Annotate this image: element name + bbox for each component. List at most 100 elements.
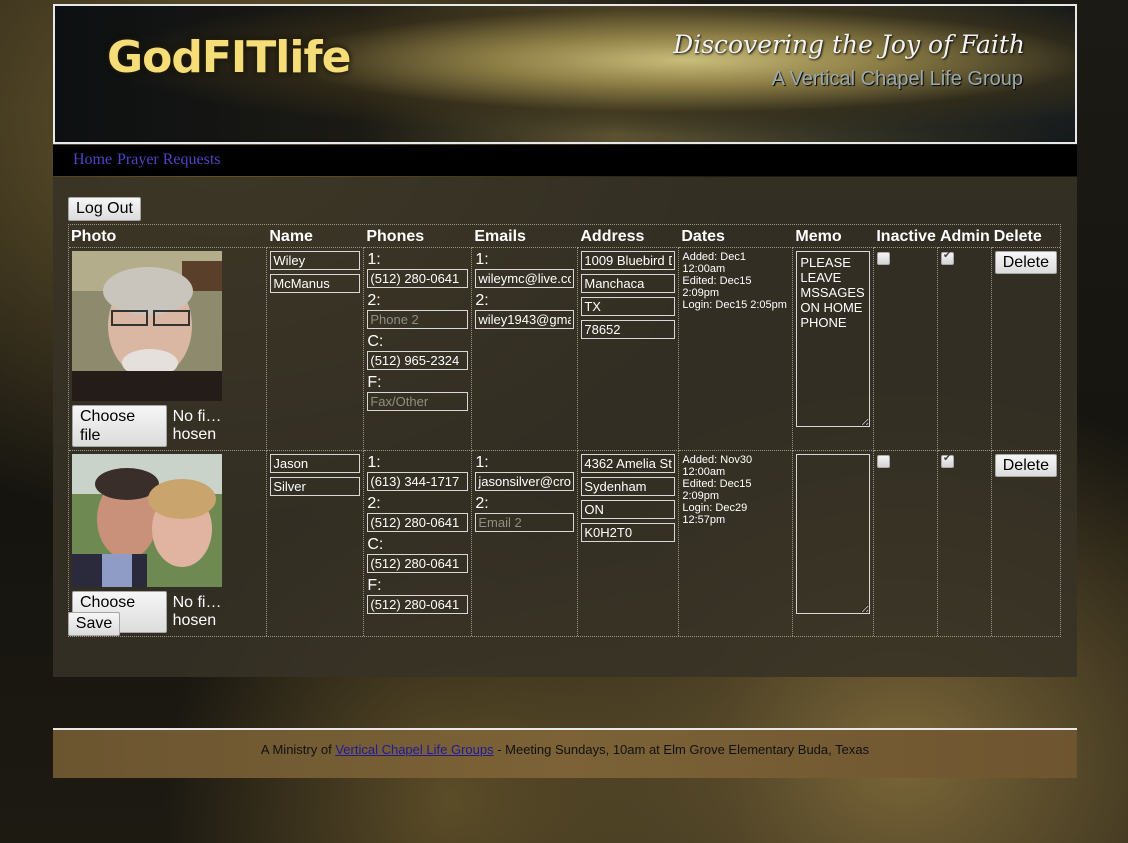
phone2-label: 2: bbox=[367, 495, 381, 512]
site-logo: GodFITlife bbox=[107, 32, 351, 83]
date-login: Login: Dec29 12:57pm bbox=[682, 502, 748, 526]
site-subtagline: A Vertical Chapel Life Group bbox=[771, 68, 1023, 90]
main-panel: Log Out Photo Name Phones Emails Address… bbox=[53, 177, 1077, 677]
cell-phone-input[interactable] bbox=[367, 554, 469, 573]
admin-checkbox[interactable] bbox=[940, 453, 954, 468]
delete-cell: Delete bbox=[992, 451, 1060, 636]
table-header-row: Photo Name Phones Emails Address Dates M… bbox=[69, 225, 1060, 248]
memo-textarea[interactable] bbox=[796, 454, 871, 614]
email1-input[interactable] bbox=[475, 269, 575, 288]
email2-input[interactable] bbox=[475, 513, 575, 532]
dates-cell: Added: Nov30 12:00am Edited: Dec15 2:09p… bbox=[679, 451, 794, 636]
choose-file-button[interactable]: Choose file bbox=[72, 405, 167, 447]
name-cell bbox=[267, 248, 365, 451]
email1-input[interactable] bbox=[475, 472, 575, 491]
emails-cell: 1: 2: bbox=[472, 248, 579, 451]
col-inactive: Inactive bbox=[874, 225, 938, 248]
member-photo bbox=[72, 454, 222, 587]
fax-input[interactable] bbox=[367, 595, 469, 614]
phones-cell: 1: 2: C: F: bbox=[364, 248, 473, 451]
col-name: Name bbox=[267, 225, 365, 248]
address-cell bbox=[578, 248, 680, 451]
fax-label: F: bbox=[367, 374, 382, 391]
email2-label: 2: bbox=[475, 495, 489, 512]
phones-cell: 1: 2: C: F: bbox=[364, 451, 473, 636]
col-emails: Emails bbox=[472, 225, 579, 248]
admin-cell bbox=[937, 248, 992, 451]
logout-button[interactable]: Log Out bbox=[68, 197, 141, 221]
inactive-checkbox[interactable] bbox=[877, 455, 891, 468]
cell-phone-input[interactable] bbox=[367, 351, 469, 370]
city-input[interactable] bbox=[581, 477, 676, 496]
file-status: No fi…hosen bbox=[172, 594, 222, 629]
photo-cell: Choose file No fi…hosen bbox=[69, 451, 268, 636]
nav-prayer-requests-link[interactable]: Prayer Requests bbox=[117, 151, 221, 169]
photo-cell: Choose file No fi…hosen bbox=[69, 248, 268, 451]
col-address: Address bbox=[578, 225, 680, 248]
zip-input[interactable] bbox=[581, 523, 676, 542]
footer-text: A Ministry of Vertical Chapel Life Group… bbox=[53, 742, 1077, 757]
fax-label: F: bbox=[367, 577, 382, 594]
file-status: No fi…hosen bbox=[172, 408, 222, 443]
footer-prefix: A Ministry of bbox=[260, 742, 336, 757]
nav-bar: Home Prayer Requests bbox=[53, 145, 1077, 176]
nav-home-link[interactable]: Home bbox=[73, 151, 112, 169]
date-edited: Edited: Dec15 2:09pm bbox=[682, 478, 752, 502]
col-memo: Memo bbox=[793, 225, 875, 248]
emails-cell: 1: 2: bbox=[472, 451, 579, 636]
phone1-label: 1: bbox=[367, 454, 381, 471]
email2-input[interactable] bbox=[475, 310, 575, 329]
phone1-input[interactable] bbox=[367, 472, 469, 491]
state-input[interactable] bbox=[581, 500, 676, 519]
inactive-cell bbox=[874, 451, 938, 636]
cell-label: C: bbox=[367, 333, 384, 350]
footer-ministry-link[interactable]: Vertical Chapel Life Groups bbox=[335, 742, 493, 757]
phone1-label: 1: bbox=[367, 251, 381, 268]
email2-label: 2: bbox=[475, 292, 489, 309]
admin-cell bbox=[938, 451, 992, 636]
last-name-input[interactable] bbox=[270, 274, 361, 293]
first-name-input[interactable] bbox=[270, 454, 361, 473]
delete-cell: Delete bbox=[991, 248, 1060, 451]
phone1-input[interactable] bbox=[367, 269, 469, 288]
col-photo: Photo bbox=[69, 225, 268, 248]
delete-button[interactable]: Delete bbox=[994, 454, 1057, 477]
inactive-checkbox[interactable] bbox=[877, 252, 891, 265]
site-footer: A Ministry of Vertical Chapel Life Group… bbox=[53, 728, 1077, 778]
phone2-input[interactable] bbox=[367, 513, 469, 532]
city-input[interactable] bbox=[581, 274, 676, 293]
col-dates: Dates bbox=[679, 225, 794, 248]
table-row: Choose file No fi…hosen 1: 2: C: F: bbox=[69, 248, 1060, 451]
col-admin: Admin bbox=[937, 225, 992, 248]
members-table: Photo Name Phones Emails Address Dates M… bbox=[68, 224, 1061, 637]
cell-label: C: bbox=[367, 536, 384, 553]
fax-input[interactable] bbox=[367, 392, 469, 411]
inactive-cell bbox=[874, 248, 938, 451]
date-added: Added: Dec1 12:00am bbox=[682, 251, 746, 275]
phone2-label: 2: bbox=[367, 292, 381, 309]
last-name-input[interactable] bbox=[270, 477, 361, 496]
table-row: Choose file No fi…hosen 1: 2: C: F: bbox=[69, 451, 1060, 636]
site-header-banner: GodFITlife Discovering the Joy of Faith … bbox=[53, 4, 1077, 144]
date-added: Added: Nov30 12:00am bbox=[682, 454, 753, 478]
admin-checkbox[interactable] bbox=[940, 250, 954, 265]
site-tagline: Discovering the Joy of Faith bbox=[673, 30, 1025, 59]
first-name-input[interactable] bbox=[270, 251, 361, 270]
state-input[interactable] bbox=[581, 297, 676, 316]
col-phones: Phones bbox=[364, 225, 473, 248]
memo-textarea[interactable]: PLEASE LEAVE MSSAGES ON HOME PHONE bbox=[796, 251, 871, 427]
email1-label: 1: bbox=[475, 251, 489, 268]
memo-cell: PLEASE LEAVE MSSAGES ON HOME PHONE bbox=[793, 248, 875, 451]
member-photo bbox=[72, 251, 222, 401]
dates-cell: Added: Dec1 12:00am Edited: Dec15 2:09pm… bbox=[679, 248, 794, 451]
save-button[interactable]: Save bbox=[68, 612, 120, 636]
address-cell bbox=[578, 451, 680, 636]
phone2-input[interactable] bbox=[367, 310, 469, 329]
street-input[interactable] bbox=[581, 454, 676, 473]
street-input[interactable] bbox=[581, 251, 676, 270]
memo-cell bbox=[793, 451, 875, 636]
zip-input[interactable] bbox=[581, 320, 676, 339]
col-delete: Delete bbox=[991, 225, 1060, 248]
footer-suffix: - Meeting Sundays, 10am at Elm Grove Ele… bbox=[493, 742, 870, 757]
delete-button[interactable]: Delete bbox=[994, 251, 1057, 274]
